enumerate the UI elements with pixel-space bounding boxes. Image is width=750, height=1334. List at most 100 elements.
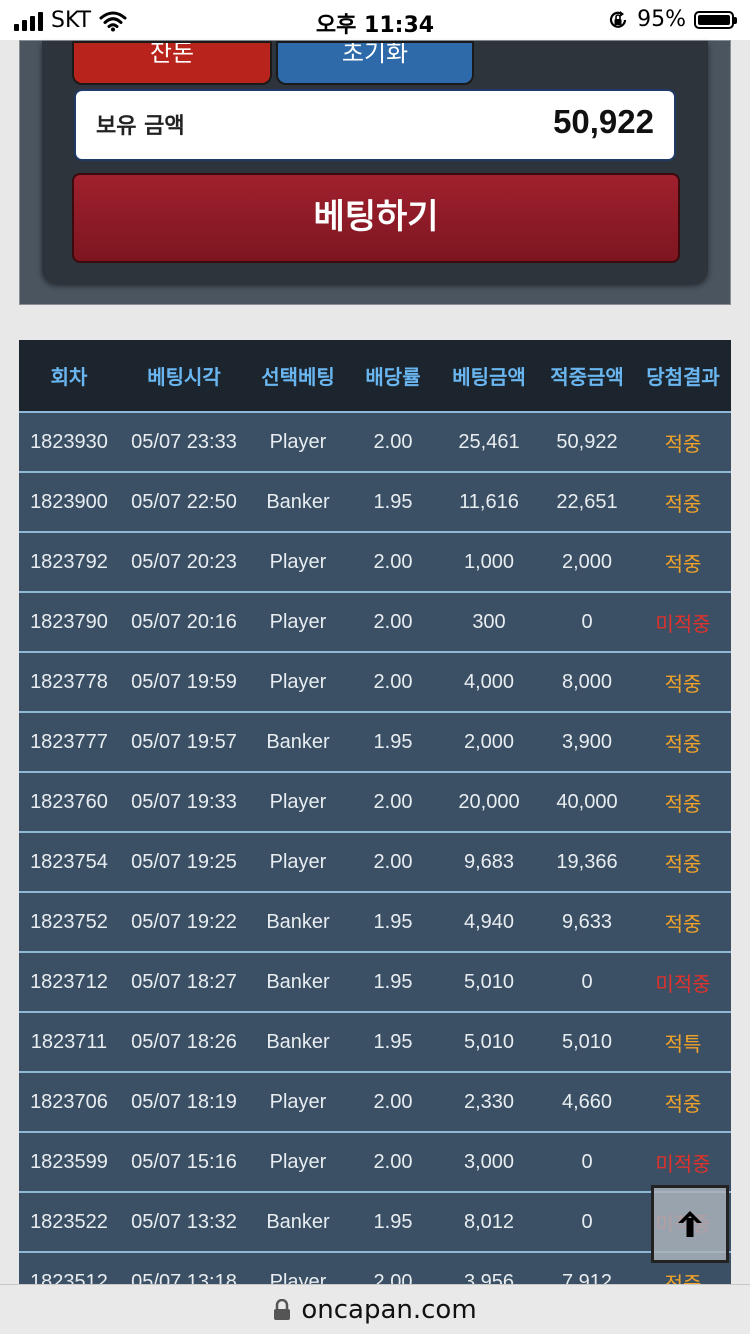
row-bet-amount: 4,940	[439, 891, 539, 952]
row-bet-amount: 300	[439, 591, 539, 652]
status-bar: SKT 오후 11:34 95%	[0, 0, 750, 40]
row-bet-time: 05/07 18:26	[119, 1011, 249, 1072]
row-result: 적중	[635, 771, 731, 832]
row-choice: Player	[249, 1131, 347, 1192]
table-row: 1823599 05/07 15:16 Player 2.00 3,000 0 미적중	[19, 1131, 731, 1192]
row-odds: 2.00	[347, 591, 439, 652]
battery-icon	[694, 10, 737, 29]
row-round: 1823512	[19, 1251, 119, 1284]
row-bet-time: 05/07 13:32	[119, 1191, 249, 1252]
row-win-amount: 7,912	[539, 1251, 635, 1284]
arrow-up-icon	[678, 1211, 702, 1237]
balance-box: 보유 금액 50,922	[74, 89, 676, 161]
row-bet-time: 05/07 19:25	[119, 831, 249, 892]
row-bet-amount: 8,012	[439, 1191, 539, 1252]
row-odds: 1.95	[347, 711, 439, 772]
table-row: 1823512 05/07 13:18 Player 2.00 3,956 7,912 적중	[19, 1251, 731, 1284]
row-win-amount: 50,922	[539, 411, 635, 472]
row-win-amount: 40,000	[539, 771, 635, 832]
header-win-amount: 적중금액	[550, 365, 624, 389]
row-result: 적중	[635, 1071, 731, 1132]
table-body: 1823930 05/07 23:33 Player 2.00 25,461 50,922…	[19, 411, 731, 1284]
row-bet-amount: 3,000	[439, 1131, 539, 1192]
table-row: 1823778 05/07 19:59 Player 2.00 4,000 8,000 적중	[19, 651, 731, 712]
row-odds: 2.00	[347, 651, 439, 712]
row-choice: Banker	[249, 1191, 347, 1252]
row-choice: Player	[249, 771, 347, 832]
row-choice: Player	[249, 411, 347, 472]
header-round: 회차	[50, 365, 88, 389]
row-bet-time: 05/07 20:23	[119, 531, 249, 592]
row-win-amount: 4,660	[539, 1071, 635, 1132]
row-bet-time: 05/07 19:57	[119, 711, 249, 772]
row-odds: 2.00	[347, 531, 439, 592]
row-round: 1823778	[19, 651, 119, 712]
row-choice: Player	[249, 831, 347, 892]
table-row: 1823790 05/07 20:16 Player 2.00 300 0 미적중	[19, 591, 731, 652]
row-result: 적중	[635, 651, 731, 712]
table-row: 1823754 05/07 19:25 Player 2.00 9,683 19,366 적…	[19, 831, 731, 892]
row-win-amount: 19,366	[539, 831, 635, 892]
row-bet-time: 05/07 15:16	[119, 1131, 249, 1192]
row-result: 미적중	[635, 951, 731, 1012]
betting-panel-inner: 잔돈 초기화 보유 금액 50,922 베팅하기	[42, 41, 708, 283]
row-result: 적중	[635, 891, 731, 952]
row-win-amount: 8,000	[539, 651, 635, 712]
table-row: 1823752 05/07 19:22 Banker 1.95 4,940 9,633 적중	[19, 891, 731, 952]
scroll-to-top-button[interactable]	[651, 1185, 729, 1263]
row-choice: Banker	[249, 471, 347, 532]
browser-url-bar[interactable]: oncapan.com	[0, 1284, 750, 1334]
row-bet-time: 05/07 19:22	[119, 891, 249, 952]
row-choice: Player	[249, 1251, 347, 1284]
row-result: 적중	[635, 711, 731, 772]
header-choice: 선택베팅	[261, 365, 335, 389]
place-bet-button[interactable]: 베팅하기	[72, 173, 680, 263]
row-bet-amount: 25,461	[439, 411, 539, 472]
row-bet-time: 05/07 13:18	[119, 1251, 249, 1284]
row-result: 적중	[635, 831, 731, 892]
row-bet-amount: 4,000	[439, 651, 539, 712]
header-result: 당첨결과	[646, 365, 720, 389]
table-row: 1823930 05/07 23:33 Player 2.00 25,461 50,922…	[19, 411, 731, 472]
reset-button[interactable]: 초기화	[276, 41, 474, 85]
row-odds: 2.00	[347, 1131, 439, 1192]
row-odds: 2.00	[347, 1251, 439, 1284]
balance-label: 보유 금액	[96, 114, 185, 139]
table-row: 1823760 05/07 19:33 Player 2.00 20,000 40,000…	[19, 771, 731, 832]
row-bet-time: 05/07 22:50	[119, 471, 249, 532]
row-bet-amount: 3,956	[439, 1251, 539, 1284]
row-odds: 2.00	[347, 831, 439, 892]
row-odds: 1.95	[347, 1011, 439, 1072]
row-result: 적특	[635, 1011, 731, 1072]
row-round: 1823930	[19, 411, 119, 472]
row-win-amount: 9,633	[539, 891, 635, 952]
battery-percent: 95%	[637, 7, 686, 32]
row-win-amount: 22,651	[539, 471, 635, 532]
row-round: 1823711	[19, 1011, 119, 1072]
row-win-amount: 0	[539, 1131, 635, 1192]
change-button[interactable]: 잔돈	[72, 41, 272, 85]
table-row: 1823706 05/07 18:19 Player 2.00 2,330 4,660 적중	[19, 1071, 731, 1132]
row-bet-amount: 11,616	[439, 471, 539, 532]
header-odds: 배당률	[365, 365, 421, 389]
table-row: 1823711 05/07 18:26 Banker 1.95 5,010 5,010 적특	[19, 1011, 731, 1072]
table-row: 1823777 05/07 19:57 Banker 1.95 2,000 3,900 적중	[19, 711, 731, 772]
row-choice: Player	[249, 651, 347, 712]
row-choice: Player	[249, 531, 347, 592]
row-odds: 1.95	[347, 1191, 439, 1252]
table-header-row: 회차 베팅시각 선택베팅 배당률 베팅금액 적중금액 당첨결과	[19, 340, 731, 412]
row-result: 적중	[635, 471, 731, 532]
row-bet-amount: 9,683	[439, 831, 539, 892]
row-round: 1823760	[19, 771, 119, 832]
row-bet-time: 05/07 18:19	[119, 1071, 249, 1132]
table-row: 182352205/07 13:32Banker1.958,0120미적중	[19, 1191, 731, 1252]
betting-panel: 잔돈 초기화 보유 금액 50,922 베팅하기	[19, 40, 731, 305]
row-choice: Banker	[249, 711, 347, 772]
row-bet-amount: 20,000	[439, 771, 539, 832]
row-choice: Banker	[249, 1011, 347, 1072]
row-bet-time: 05/07 18:27	[119, 951, 249, 1012]
row-win-amount: 3,900	[539, 711, 635, 772]
bet-history-table: 회차 베팅시각 선택베팅 배당률 베팅금액 적중금액 당첨결과 1823930 0…	[19, 340, 731, 1284]
status-left: SKT	[14, 8, 127, 33]
row-bet-amount: 2,000	[439, 711, 539, 772]
